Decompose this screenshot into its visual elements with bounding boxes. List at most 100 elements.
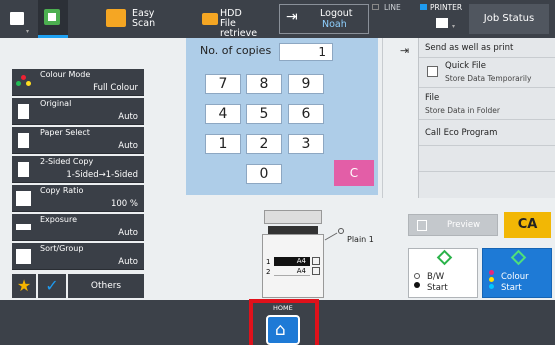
quick-file-option[interactable]: Quick File Store Data Temporarily	[419, 58, 555, 88]
tray-1-selected[interactable]: A4	[274, 257, 310, 266]
key-3[interactable]: 3	[288, 134, 324, 154]
setting-value: 100 %	[110, 199, 138, 209]
home-button[interactable]: ⌂	[266, 315, 300, 345]
bw-start-label: Start	[427, 283, 448, 293]
setting-original[interactable]: Original Auto	[12, 98, 144, 125]
setting-label: Colour Mode	[40, 70, 91, 79]
printer-label: PRINTER	[430, 3, 463, 12]
check-icon: ✓	[45, 276, 59, 295]
copies-keypad-panel: No. of copies 1 7 8 9 4 5 6 1 2 3 0 C	[186, 38, 378, 195]
colour-dots-icon	[489, 270, 494, 275]
easy-scan-button[interactable]: Easy Scan	[104, 0, 160, 38]
bw-label: B/W	[427, 272, 445, 282]
bw-start-button[interactable]: B/W Start	[408, 248, 478, 298]
easy-scan-label-2: Scan	[132, 18, 156, 29]
key-4[interactable]: 4	[205, 104, 241, 124]
setting-label: Original	[40, 99, 72, 108]
setting-copy-ratio[interactable]: Copy Ratio 100 %	[12, 185, 144, 212]
collapse-arrow-button[interactable]: ⇥	[400, 44, 409, 57]
logout-label: Logout	[320, 8, 353, 19]
tray-1-size: A4	[296, 257, 306, 265]
paper-icon	[18, 133, 29, 148]
home-icon: ⌂	[275, 320, 286, 340]
favorite-button[interactable]: ★	[12, 274, 36, 298]
setting-label: Exposure	[40, 215, 78, 224]
duplex-icon	[18, 162, 29, 177]
setting-exposure[interactable]: Exposure Auto	[12, 214, 144, 241]
key-7[interactable]: 7	[205, 74, 241, 94]
logout-user: Noah	[322, 19, 347, 30]
setting-paper-select[interactable]: Paper Select Auto	[12, 127, 144, 154]
bw-dots-icon	[414, 273, 420, 279]
setting-value: 1-Sided→1-Sided	[66, 170, 138, 180]
setting-label: Copy Ratio	[40, 186, 84, 195]
key-5[interactable]: 5	[246, 104, 282, 124]
job-status-button[interactable]: Job Status	[469, 4, 549, 34]
setting-colour-mode[interactable]: Colour Mode Full Colour	[12, 69, 144, 96]
setting-value: Auto	[118, 141, 138, 151]
colour-start-button[interactable]: Colour Start	[482, 248, 552, 298]
logout-icon: ⇥	[286, 9, 298, 25]
tab-copy-selected[interactable]	[38, 0, 68, 38]
tray-1-number: 1	[266, 258, 271, 266]
tray-2-number: 2	[266, 268, 271, 276]
setting-label: 2-Sided Copy	[40, 157, 94, 166]
colour-dots-icon	[489, 284, 494, 289]
line-led-icon	[372, 4, 379, 10]
setting-label: Paper Select	[40, 128, 90, 137]
eco-label: Call Eco Program	[425, 128, 498, 138]
key-0[interactable]: 0	[246, 164, 282, 184]
copy-doc-icon	[48, 13, 56, 21]
logout-button[interactable]: ⇥ Logout Noah	[279, 4, 369, 34]
key-8[interactable]: 8	[246, 74, 282, 94]
bw-dots-icon	[414, 282, 420, 288]
file-option[interactable]: File Store Data in Folder	[419, 88, 555, 120]
key-1[interactable]: 1	[205, 134, 241, 154]
file-sub: Store Data in Folder	[425, 106, 500, 115]
settings-panel: Colour Mode Full Colour Original Auto Pa…	[0, 38, 146, 300]
send-print-label: Send as well as print	[425, 43, 514, 53]
hdd-file-retrieve-button[interactable]: HDD File retrieve	[200, 0, 276, 38]
key-2[interactable]: 2	[246, 134, 282, 154]
machine-body	[262, 234, 324, 298]
printer-led-icon	[420, 4, 427, 10]
preview-label: Preview	[447, 220, 481, 230]
scan-icon	[106, 9, 126, 27]
colour-label: Colour	[501, 272, 529, 282]
key-9[interactable]: 9	[288, 74, 324, 94]
setting-value: Full Colour	[93, 83, 138, 93]
colour-dots-icon	[489, 277, 494, 282]
home-label: HOME	[273, 304, 293, 312]
send-as-well-as-print[interactable]: Send as well as print	[419, 38, 555, 58]
copy-mode-tab[interactable]: ▾	[0, 0, 36, 38]
tray-2-size: A4	[296, 267, 306, 275]
setting-value: Auto	[118, 112, 138, 122]
call-eco-program[interactable]: Call Eco Program	[419, 120, 555, 146]
chevron-down-icon: ▾	[26, 28, 30, 35]
star-icon: ★	[16, 276, 32, 295]
line-label: LINE	[384, 3, 401, 12]
setting-sort-group[interactable]: Sort/Group Auto	[12, 243, 144, 270]
clear-all-button[interactable]: CA	[504, 212, 551, 238]
start-diamond-icon	[436, 249, 453, 266]
preview-button[interactable]: Preview	[408, 214, 498, 236]
empty-option	[419, 146, 555, 172]
tray-2[interactable]: A4	[274, 267, 310, 276]
colour-start-label: Start	[501, 283, 522, 293]
key-6[interactable]: 6	[288, 104, 324, 124]
ratio-icon	[16, 191, 31, 206]
setting-2-sided-copy[interactable]: 2-Sided Copy 1-Sided→1-Sided	[12, 156, 144, 183]
setting-value: Auto	[118, 228, 138, 238]
chevron-right-icon: ⇥	[400, 44, 410, 57]
copies-input[interactable]: 1	[279, 43, 333, 61]
top-bar: ▾ Easy Scan HDD File retrieve ⇥ Logout N…	[0, 0, 555, 38]
tray-icon	[312, 257, 320, 265]
machine-top	[264, 210, 322, 224]
checkbox-icon[interactable]	[427, 66, 438, 77]
setting-label: Sort/Group	[40, 244, 84, 253]
setting-value: Auto	[118, 257, 138, 267]
checkmark-button[interactable]: ✓	[38, 274, 66, 298]
clear-key[interactable]: C	[334, 160, 374, 186]
others-button[interactable]: Others	[68, 274, 144, 298]
bypass-tray-line	[324, 232, 338, 241]
